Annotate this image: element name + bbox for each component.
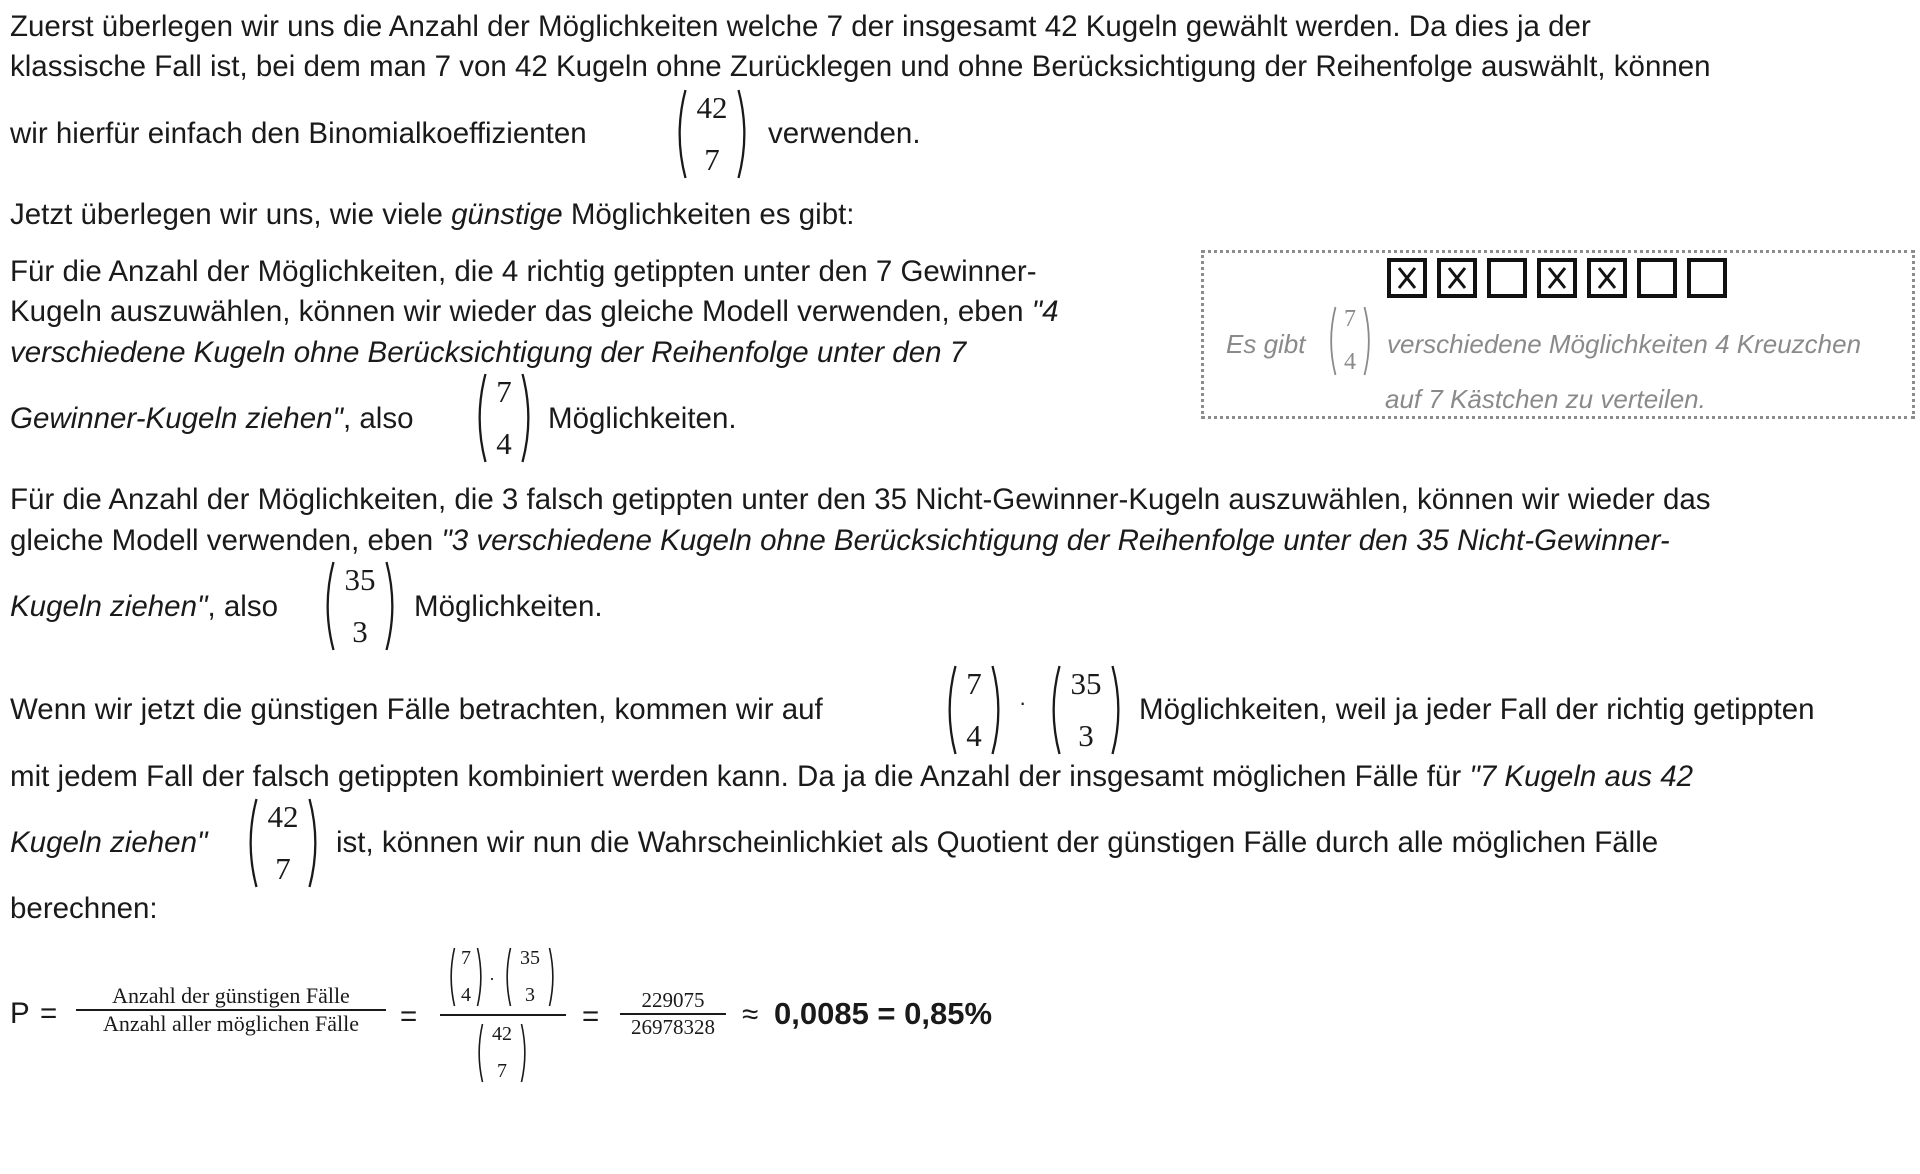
paragraph-1-line-3b: verwenden.: [768, 117, 921, 150]
paragraph-4-line-3c: Möglichkeiten.: [414, 590, 603, 623]
sidebox-text-a: Es gibt: [1226, 329, 1306, 359]
binomial-top: 7: [966, 665, 982, 701]
sidebox-text-c: auf 7 Kästchen zu verteilen.: [1385, 384, 1706, 414]
paragraph-4-line-3b: , also: [207, 590, 278, 623]
checkbox-empty: [1637, 258, 1677, 298]
paragraph-4-line-2a: gleiche Modell verwenden, eben: [10, 524, 442, 557]
paragraph-3-line-2b: "4: [1031, 295, 1059, 328]
formula-equals-2: =: [400, 1000, 418, 1033]
paragraph-3-line-4: Gewinner-Kugeln ziehen", also: [10, 402, 414, 436]
fraction-words-denominator: Anzahl aller möglichen Fälle: [103, 1011, 359, 1036]
paragraph-3-line-2a: Kugeln auszuwählen, können wir wieder da…: [10, 295, 1032, 328]
binomial-42-7-text: 42 7: [243, 797, 323, 889]
formula-equals-1: =: [40, 997, 58, 1030]
paragraph-3-line-4c: Möglichkeiten.: [548, 402, 737, 435]
binomial-bottom: 3: [352, 614, 368, 650]
binomial-7-4-product: 74: [942, 664, 1006, 756]
binomial-bottom: 7: [704, 142, 720, 178]
paragraph-5-line-3a: Kugeln ziehen": [10, 826, 207, 860]
cross-mark-icon: [1447, 267, 1467, 289]
fraction-numbers-denominator: 26978328: [631, 1015, 715, 1039]
binomial-bottom: 7: [497, 1059, 507, 1082]
formula-equals-3: =: [582, 1000, 600, 1033]
paragraph-5-line-2: mit jedem Fall der falsch getippten komb…: [10, 760, 1693, 794]
paragraph-4-line-2b: "3 verschiedene Kugeln ohne Berücksichti…: [441, 524, 1670, 557]
binomial-7-4: 74: [472, 372, 536, 464]
fraction-numbers: 229075 26978328: [620, 988, 726, 1040]
formula-p: P: [10, 997, 30, 1030]
fraction-numbers-numerator: 229075: [641, 988, 705, 1012]
binomial-bottom: 7: [275, 851, 291, 887]
cross-mark-icon: [1397, 267, 1417, 289]
paragraph-3-line-1: Für die Anzahl der Möglichkeiten, die 4 …: [10, 255, 1037, 288]
paragraph-5-line-3b: ist, können wir nun die Wahrscheinlichki…: [336, 826, 1659, 859]
paragraph-3-line-4b: , also: [343, 402, 414, 435]
paragraph-5-line-1b: Möglichkeiten, weil ja jeder Fall der ri…: [1139, 693, 1815, 726]
paragraph-3-line-3: verschiedene Kugeln ohne Berücksichtigun…: [10, 336, 967, 369]
binomial-top: 7: [1344, 306, 1356, 333]
paragraph-5-line-2a: mit jedem Fall der falsch getippten komb…: [10, 760, 1470, 793]
binomial-bottom: 4: [496, 426, 512, 462]
paragraph-4-line-1: Für die Anzahl der Möglichkeiten, die 3 …: [10, 483, 1711, 516]
binomial-top: 7: [496, 373, 512, 409]
paragraph-2: Jetzt überlegen wir uns, wie viele günst…: [10, 198, 855, 232]
checkbox-crossed: [1537, 258, 1577, 298]
paragraph-2-a: Jetzt überlegen wir uns, wie viele: [10, 198, 452, 231]
binomial-top: 35: [1070, 665, 1102, 701]
approx-sign: ≈: [742, 998, 759, 1031]
paragraph-5-line-2b: "7 Kugeln aus 42: [1469, 760, 1694, 793]
paragraph-5-line-4: berechnen:: [10, 892, 158, 925]
checkbox-crossed: [1437, 258, 1477, 298]
cross-mark-icon: [1597, 267, 1617, 289]
paragraph-5-line-1a: Wenn wir jetzt die günstigen Fälle betra…: [10, 693, 823, 726]
binomial-bottom: 3: [1078, 718, 1094, 754]
formula-binomial-42-7: 42 7: [474, 1022, 530, 1084]
paragraph-2-c: Möglichkeiten es gibt:: [562, 198, 855, 231]
binomial-bottom: 4: [966, 718, 982, 754]
paragraph-3-line-4a: Gewinner-Kugeln ziehen": [10, 402, 343, 435]
checkbox-crossed: [1587, 258, 1627, 298]
formula-result: 0,0085 = 0,85%: [774, 996, 993, 1031]
paragraph-4-line-3: Kugeln ziehen", also: [10, 590, 278, 624]
document-page: Zuerst überlegen wir uns die Anzahl der …: [0, 0, 1920, 1174]
binomial-top: 35: [520, 947, 540, 970]
product-dot: ·: [1019, 690, 1027, 715]
binomial-top: 42: [696, 89, 728, 125]
checkbox-empty: [1687, 258, 1727, 298]
paragraph-1-line-3a: wir hierfür einfach den Binomialkoeffizi…: [10, 117, 587, 150]
paragraph-3-line-2: Kugeln auszuwählen, können wir wieder da…: [10, 295, 1059, 329]
paragraph-4-line-2: gleiche Modell verwenden, eben "3 versch…: [10, 524, 1670, 558]
binomial-35-3-product: 35 3: [1046, 664, 1126, 756]
fraction-words: Anzahl der günstigen Fälle Anzahl aller …: [76, 983, 386, 1037]
paragraph-1-line-1: Zuerst überlegen wir uns die Anzahl der …: [10, 10, 1591, 43]
checkbox-crossed: [1387, 258, 1427, 298]
paragraph-4-line-3a: Kugeln ziehen": [10, 590, 208, 623]
binomial-bottom: 3: [525, 983, 535, 1006]
binomial-top: 35: [344, 561, 376, 597]
formula-binomial-7-4: 74: [446, 946, 486, 1008]
binomial-35-3: 35 3: [320, 560, 400, 652]
binomial-top: 42: [492, 1023, 512, 1046]
formula-main-fraction-bar: [440, 1014, 566, 1016]
sidebox-binomial-7-4: 74: [1325, 305, 1375, 377]
paragraph-1-line-2: klassische Fall ist, bei dem man 7 von 4…: [10, 50, 1711, 83]
fraction-words-numerator: Anzahl der günstigen Fälle: [112, 983, 350, 1008]
binomial-top: 7: [461, 947, 471, 970]
formula-binomial-35-3: 35 3: [502, 946, 558, 1008]
paragraph-2-emphasis: günstige: [451, 198, 563, 231]
sidebox-text-b: verschiedene Möglichkeiten 4 Kreuzchen: [1387, 329, 1862, 359]
binomial-top: 42: [267, 798, 299, 834]
paragraph-5-line-3a-text: Kugeln ziehen": [10, 826, 208, 859]
binomial-42-7: 42 7: [672, 88, 752, 180]
binomial-bottom: 4: [1344, 348, 1356, 375]
checkbox-empty: [1487, 258, 1527, 298]
cross-mark-icon: [1547, 267, 1567, 289]
formula-product-dot: ·: [489, 968, 495, 988]
binomial-bottom: 4: [461, 983, 471, 1006]
